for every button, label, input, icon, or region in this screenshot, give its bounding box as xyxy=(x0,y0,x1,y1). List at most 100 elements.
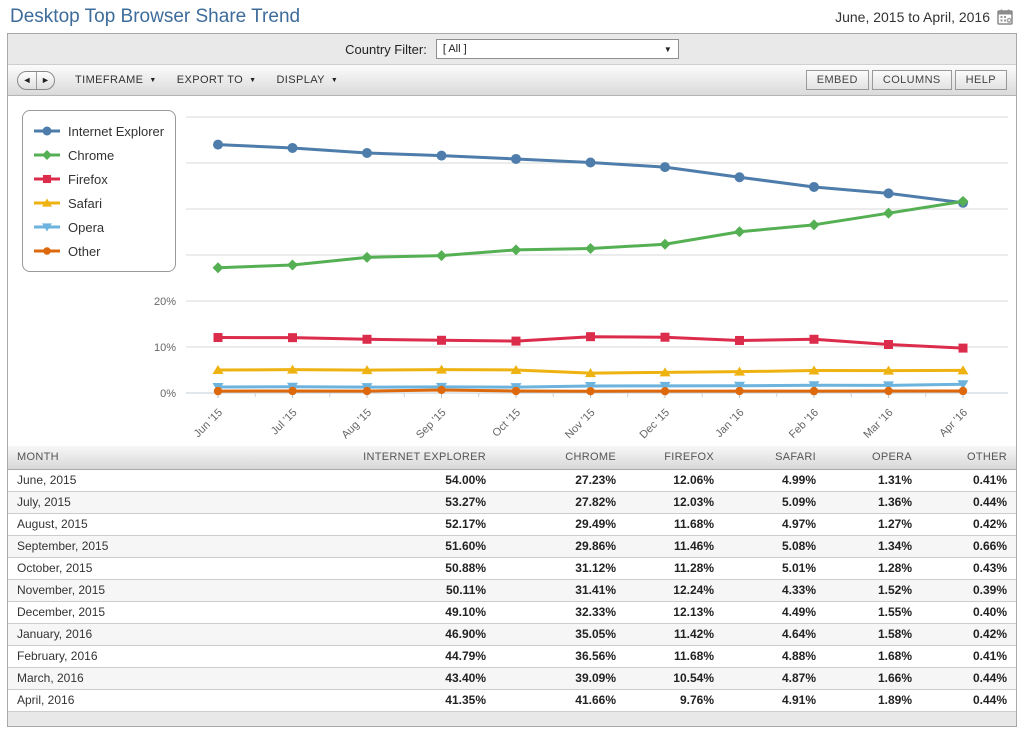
series-marker-icon xyxy=(34,220,60,234)
calendar-gear-icon[interactable] xyxy=(997,9,1014,25)
value-cell: 0.44% xyxy=(921,689,1016,711)
data-table-wrap: MONTHINTERNET EXPLORERCHROMEFIREFOXSAFAR… xyxy=(8,446,1016,726)
value-cell: 11.68% xyxy=(625,513,723,535)
value-cell: 11.46% xyxy=(625,535,723,557)
value-cell: 0.42% xyxy=(921,623,1016,645)
legend-item-chrome[interactable]: Chrome xyxy=(34,143,164,167)
legend-item-firefox[interactable]: Firefox xyxy=(34,167,164,191)
value-cell: 4.49% xyxy=(723,601,825,623)
month-cell: September, 2015 xyxy=(8,535,354,557)
value-cell: 53.27% xyxy=(354,491,495,513)
svg-text:10%: 10% xyxy=(154,342,176,354)
value-cell: 4.87% xyxy=(723,667,825,689)
country-filter-value: [ All ] xyxy=(443,43,467,55)
svg-text:20%: 20% xyxy=(154,296,176,308)
column-header-internet-explorer: INTERNET EXPLORER xyxy=(354,446,495,469)
country-filter-label: Country Filter: xyxy=(345,42,427,57)
table-row: August, 201552.17%29.49%11.68%4.97%1.27%… xyxy=(8,513,1016,535)
legend-label: Internet Explorer xyxy=(68,124,164,139)
value-cell: 0.44% xyxy=(921,667,1016,689)
table-header-row: MONTHINTERNET EXPLORERCHROMEFIREFOXSAFAR… xyxy=(8,446,1016,469)
svg-text:0%: 0% xyxy=(160,388,176,400)
svg-text:Sep '15: Sep '15 xyxy=(414,407,449,442)
series-marker-icon xyxy=(34,172,60,186)
column-header-chrome: CHROME xyxy=(495,446,625,469)
legend-item-safari[interactable]: Safari xyxy=(34,191,164,215)
date-range-label: June, 2015 to April, 2016 xyxy=(835,9,990,25)
month-cell: August, 2015 xyxy=(8,513,354,535)
month-cell: January, 2016 xyxy=(8,623,354,645)
svg-text:Aug '15: Aug '15 xyxy=(339,407,374,442)
month-cell: April, 2016 xyxy=(8,689,354,711)
legend-item-other[interactable]: Other xyxy=(34,239,164,263)
help-button[interactable]: HELP xyxy=(955,70,1007,90)
value-cell: 1.27% xyxy=(825,513,921,535)
table-row: July, 201553.27%27.82%12.03%5.09%1.36%0.… xyxy=(8,491,1016,513)
value-cell: 4.99% xyxy=(723,469,825,491)
value-cell: 0.42% xyxy=(921,513,1016,535)
value-cell: 1.52% xyxy=(825,579,921,601)
caret-down-icon: ▼ xyxy=(249,77,256,84)
nav-forward-button[interactable]: ► xyxy=(36,72,54,89)
column-header-other: OTHER xyxy=(921,446,1016,469)
value-cell: 27.82% xyxy=(495,491,625,513)
series-marker-icon xyxy=(34,148,60,162)
table-row: October, 201550.88%31.12%11.28%5.01%1.28… xyxy=(8,557,1016,579)
table-row: December, 201549.10%32.33%12.13%4.49%1.5… xyxy=(8,601,1016,623)
value-cell: 4.64% xyxy=(723,623,825,645)
month-cell: November, 2015 xyxy=(8,579,354,601)
month-cell: December, 2015 xyxy=(8,601,354,623)
menu-export-to[interactable]: EXPORT TO ▼ xyxy=(177,74,257,86)
nav-back-button[interactable]: ◄ xyxy=(18,72,36,89)
column-header-firefox: FIREFOX xyxy=(625,446,723,469)
value-cell: 1.89% xyxy=(825,689,921,711)
table-row: April, 201641.35%41.66%9.76%4.91%1.89%0.… xyxy=(8,689,1016,711)
value-cell: 4.33% xyxy=(723,579,825,601)
value-cell: 1.28% xyxy=(825,557,921,579)
menu-export-to-label: EXPORT TO xyxy=(177,74,243,86)
table-row: February, 201644.79%36.56%11.68%4.88%1.6… xyxy=(8,645,1016,667)
svg-text:Jun '15: Jun '15 xyxy=(192,407,225,440)
column-header-month: MONTH xyxy=(8,446,354,469)
legend-label: Opera xyxy=(68,220,104,235)
caret-down-icon: ▼ xyxy=(149,77,156,84)
value-cell: 1.58% xyxy=(825,623,921,645)
svg-text:Nov '15: Nov '15 xyxy=(563,407,598,442)
value-cell: 32.33% xyxy=(495,601,625,623)
menu-display[interactable]: DISPLAY ▼ xyxy=(276,74,338,86)
menu-timeframe[interactable]: TIMEFRAME ▼ xyxy=(75,74,157,86)
toolbar-right: EMBED COLUMNS HELP xyxy=(806,70,1007,90)
caret-down-icon: ▼ xyxy=(331,77,338,84)
svg-text:Jan '16: Jan '16 xyxy=(713,407,746,440)
legend-item-internet-explorer[interactable]: Internet Explorer xyxy=(34,119,164,143)
value-cell: 12.06% xyxy=(625,469,723,491)
value-cell: 1.66% xyxy=(825,667,921,689)
timeframe-nav: ◄ ► xyxy=(17,71,55,90)
svg-text:Oct '15: Oct '15 xyxy=(490,407,523,440)
country-filter-select[interactable]: [ All ] ▼ xyxy=(436,39,679,59)
chevron-down-icon: ▼ xyxy=(664,45,672,54)
toolbar: ◄ ► TIMEFRAME ▼ EXPORT TO ▼ DISPLAY ▼ EM… xyxy=(8,65,1016,96)
value-cell: 35.05% xyxy=(495,623,625,645)
legend-label: Chrome xyxy=(68,148,114,163)
value-cell: 4.91% xyxy=(723,689,825,711)
value-cell: 36.56% xyxy=(495,645,625,667)
column-header-opera: OPERA xyxy=(825,446,921,469)
columns-button[interactable]: COLUMNS xyxy=(872,70,952,90)
value-cell: 0.43% xyxy=(921,557,1016,579)
legend-item-opera[interactable]: Opera xyxy=(34,215,164,239)
page-title: Desktop Top Browser Share Trend xyxy=(10,6,300,28)
menu-display-label: DISPLAY xyxy=(276,74,324,86)
value-cell: 50.11% xyxy=(354,579,495,601)
value-cell: 31.12% xyxy=(495,557,625,579)
value-cell: 11.68% xyxy=(625,645,723,667)
value-cell: 5.09% xyxy=(723,491,825,513)
report-panel: Country Filter: [ All ] ▼ ◄ ► TIMEFRAME … xyxy=(7,33,1017,727)
value-cell: 51.60% xyxy=(354,535,495,557)
value-cell: 4.88% xyxy=(723,645,825,667)
value-cell: 1.55% xyxy=(825,601,921,623)
embed-button[interactable]: EMBED xyxy=(806,70,869,90)
value-cell: 11.42% xyxy=(625,623,723,645)
value-cell: 29.49% xyxy=(495,513,625,535)
value-cell: 5.08% xyxy=(723,535,825,557)
